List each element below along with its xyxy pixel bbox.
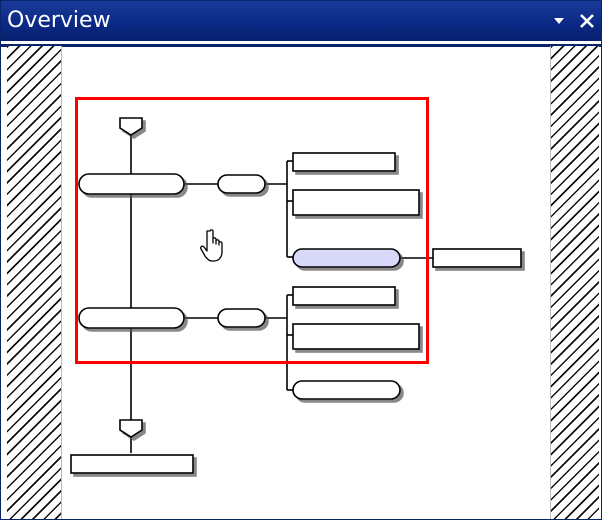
diagram-node (432, 248, 522, 268)
panel-title: Overview (7, 8, 111, 33)
diagram-node (78, 307, 185, 329)
diagram-node (70, 454, 194, 474)
overview-canvas[interactable] (1, 46, 601, 519)
diagram-node (217, 174, 266, 194)
diagram-end-node (119, 419, 143, 438)
diagram-start-node (119, 117, 143, 136)
diagram-thumbnail (70, 97, 522, 474)
close-button[interactable] (575, 7, 599, 35)
diagram-node (292, 152, 396, 172)
diagram-node (78, 173, 185, 195)
dropdown-button[interactable] (547, 7, 571, 35)
title-bar: Overview (1, 1, 601, 44)
overview-panel: Overview (0, 0, 602, 520)
diagram-node (217, 308, 266, 328)
chevron-down-icon (554, 18, 564, 24)
diagram-node-selected (292, 248, 401, 268)
diagram-node (292, 380, 401, 400)
close-icon (580, 14, 594, 28)
diagram-node (292, 323, 420, 350)
diagram-node (292, 189, 420, 216)
diagram-node (292, 286, 396, 306)
hand-cursor-icon (200, 229, 223, 262)
